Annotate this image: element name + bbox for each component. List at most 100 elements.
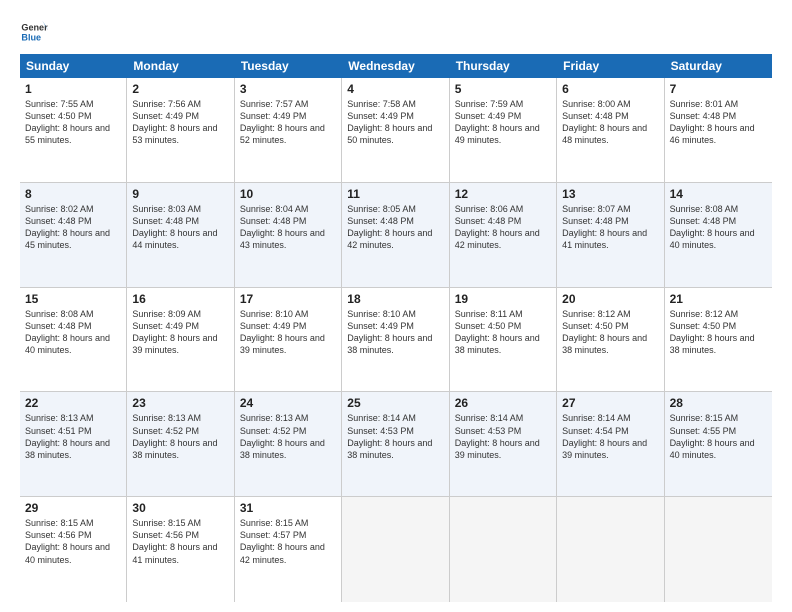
cell-info: Sunrise: 8:12 AM Sunset: 4:50 PM Dayligh… [670,308,767,357]
header-cell-tuesday: Tuesday [235,54,342,78]
day-number: 22 [25,396,121,410]
cell-info: Sunrise: 8:10 AM Sunset: 4:49 PM Dayligh… [347,308,443,357]
day-number: 5 [455,82,551,96]
cell-info: Sunrise: 8:07 AM Sunset: 4:48 PM Dayligh… [562,203,658,252]
calendar-row-2: 15 Sunrise: 8:08 AM Sunset: 4:48 PM Dayli… [20,288,772,393]
cell-info: Sunrise: 8:14 AM Sunset: 4:53 PM Dayligh… [347,412,443,461]
header-cell-monday: Monday [127,54,234,78]
day-number: 18 [347,292,443,306]
day-number: 27 [562,396,658,410]
calendar-cell: 10 Sunrise: 8:04 AM Sunset: 4:48 PM Dayli… [235,183,342,287]
calendar-cell: 3Sunrise: 7:57 AM Sunset: 4:49 PM Daylig… [235,78,342,182]
calendar-cell: 24Sunrise: 8:13 AM Sunset: 4:52 PM Dayli… [235,392,342,496]
day-number: 6 [562,82,658,96]
cell-info: Sunrise: 8:04 AM Sunset: 4:48 PM Dayligh… [240,203,336,252]
calendar-cell: 5 Sunrise: 7:59 AM Sunset: 4:49 PM Daylig… [450,78,557,182]
cell-info: Sunrise: 8:01 AM Sunset: 4:48 PM Dayligh… [670,98,767,147]
cell-info: Sunrise: 8:00 AM Sunset: 4:48 PM Dayligh… [562,98,658,147]
calendar-cell: 12 Sunrise: 8:06 AM Sunset: 4:48 PM Dayli… [450,183,557,287]
cell-info: Sunrise: 8:13 AM Sunset: 4:51 PM Dayligh… [25,412,121,461]
header-cell-wednesday: Wednesday [342,54,449,78]
header-cell-sunday: Sunday [20,54,127,78]
day-number: 14 [670,187,767,201]
day-number: 13 [562,187,658,201]
calendar-cell: 30Sunrise: 8:15 AM Sunset: 4:56 PM Dayli… [127,497,234,602]
cell-info: Sunrise: 8:15 AM Sunset: 4:57 PM Dayligh… [240,517,336,566]
calendar-cell: 16Sunrise: 8:09 AM Sunset: 4:49 PM Dayli… [127,288,234,392]
day-number: 20 [562,292,658,306]
cell-info: Sunrise: 7:56 AM Sunset: 4:49 PM Dayligh… [132,98,228,147]
cell-info: Sunrise: 8:14 AM Sunset: 4:53 PM Dayligh… [455,412,551,461]
cell-info: Sunrise: 8:12 AM Sunset: 4:50 PM Dayligh… [562,308,658,357]
day-number: 7 [670,82,767,96]
calendar-cell: 25 Sunrise: 8:14 AM Sunset: 4:53 PM Dayli… [342,392,449,496]
calendar-row-4: 29 Sunrise: 8:15 AM Sunset: 4:56 PM Dayli… [20,497,772,602]
calendar-row-1: 8 Sunrise: 8:02 AM Sunset: 4:48 PM Daylig… [20,183,772,288]
calendar-row-0: 1 Sunrise: 7:55 AM Sunset: 4:50 PM Daylig… [20,78,772,183]
calendar-cell: 2 Sunrise: 7:56 AM Sunset: 4:49 PM Daylig… [127,78,234,182]
calendar-cell: 1 Sunrise: 7:55 AM Sunset: 4:50 PM Daylig… [20,78,127,182]
cell-info: Sunrise: 8:03 AM Sunset: 4:48 PM Dayligh… [132,203,228,252]
header-cell-friday: Friday [557,54,664,78]
calendar-header: SundayMondayTuesdayWednesdayThursdayFrid… [20,54,772,78]
logo: General Blue [20,18,48,46]
cell-info: Sunrise: 7:58 AM Sunset: 4:49 PM Dayligh… [347,98,443,147]
day-number: 10 [240,187,336,201]
cell-info: Sunrise: 8:14 AM Sunset: 4:54 PM Dayligh… [562,412,658,461]
day-number: 9 [132,187,228,201]
day-number: 26 [455,396,551,410]
day-number: 1 [25,82,121,96]
header-cell-thursday: Thursday [450,54,557,78]
cell-info: Sunrise: 8:06 AM Sunset: 4:48 PM Dayligh… [455,203,551,252]
day-number: 19 [455,292,551,306]
header-cell-saturday: Saturday [665,54,772,78]
calendar-cell: 17Sunrise: 8:10 AM Sunset: 4:49 PM Dayli… [235,288,342,392]
calendar-cell: 8 Sunrise: 8:02 AM Sunset: 4:48 PM Daylig… [20,183,127,287]
cell-info: Sunrise: 8:08 AM Sunset: 4:48 PM Dayligh… [25,308,121,357]
calendar-cell: 6 Sunrise: 8:00 AM Sunset: 4:48 PM Daylig… [557,78,664,182]
calendar-cell: 23Sunrise: 8:13 AM Sunset: 4:52 PM Dayli… [127,392,234,496]
calendar-cell [450,497,557,602]
calendar-cell: 14 Sunrise: 8:08 AM Sunset: 4:48 PM Dayli… [665,183,772,287]
logo-icon: General Blue [20,18,48,46]
calendar-cell [557,497,664,602]
calendar-row-3: 22 Sunrise: 8:13 AM Sunset: 4:51 PM Dayli… [20,392,772,497]
day-number: 28 [670,396,767,410]
cell-info: Sunrise: 8:02 AM Sunset: 4:48 PM Dayligh… [25,203,121,252]
day-number: 11 [347,187,443,201]
calendar-cell: 27 Sunrise: 8:14 AM Sunset: 4:54 PM Dayli… [557,392,664,496]
day-number: 31 [240,501,336,515]
cell-info: Sunrise: 8:05 AM Sunset: 4:48 PM Dayligh… [347,203,443,252]
day-number: 17 [240,292,336,306]
calendar-cell: 15 Sunrise: 8:08 AM Sunset: 4:48 PM Dayli… [20,288,127,392]
day-number: 16 [132,292,228,306]
day-number: 23 [132,396,228,410]
cell-info: Sunrise: 7:59 AM Sunset: 4:49 PM Dayligh… [455,98,551,147]
calendar: SundayMondayTuesdayWednesdayThursdayFrid… [20,54,772,602]
calendar-cell: 22 Sunrise: 8:13 AM Sunset: 4:51 PM Dayli… [20,392,127,496]
calendar-cell: 4Sunrise: 7:58 AM Sunset: 4:49 PM Daylig… [342,78,449,182]
calendar-cell: 26 Sunrise: 8:14 AM Sunset: 4:53 PM Dayli… [450,392,557,496]
calendar-cell: 18 Sunrise: 8:10 AM Sunset: 4:49 PM Dayli… [342,288,449,392]
calendar-cell: 31 Sunrise: 8:15 AM Sunset: 4:57 PM Dayli… [235,497,342,602]
day-number: 12 [455,187,551,201]
calendar-cell: 29 Sunrise: 8:15 AM Sunset: 4:56 PM Dayli… [20,497,127,602]
day-number: 8 [25,187,121,201]
day-number: 2 [132,82,228,96]
calendar-cell: 13 Sunrise: 8:07 AM Sunset: 4:48 PM Dayli… [557,183,664,287]
day-number: 29 [25,501,121,515]
calendar-cell: 11 Sunrise: 8:05 AM Sunset: 4:48 PM Dayli… [342,183,449,287]
cell-info: Sunrise: 8:11 AM Sunset: 4:50 PM Dayligh… [455,308,551,357]
cell-info: Sunrise: 8:08 AM Sunset: 4:48 PM Dayligh… [670,203,767,252]
header: General Blue [20,18,772,46]
calendar-cell: 20 Sunrise: 8:12 AM Sunset: 4:50 PM Dayli… [557,288,664,392]
cell-info: Sunrise: 8:15 AM Sunset: 4:56 PM Dayligh… [25,517,121,566]
cell-info: Sunrise: 7:55 AM Sunset: 4:50 PM Dayligh… [25,98,121,147]
day-number: 15 [25,292,121,306]
calendar-cell: 9 Sunrise: 8:03 AM Sunset: 4:48 PM Daylig… [127,183,234,287]
cell-info: Sunrise: 8:13 AM Sunset: 4:52 PM Dayligh… [240,412,336,461]
day-number: 30 [132,501,228,515]
cell-info: Sunrise: 8:15 AM Sunset: 4:55 PM Dayligh… [670,412,767,461]
cell-info: Sunrise: 7:57 AM Sunset: 4:49 PM Dayligh… [240,98,336,147]
day-number: 25 [347,396,443,410]
